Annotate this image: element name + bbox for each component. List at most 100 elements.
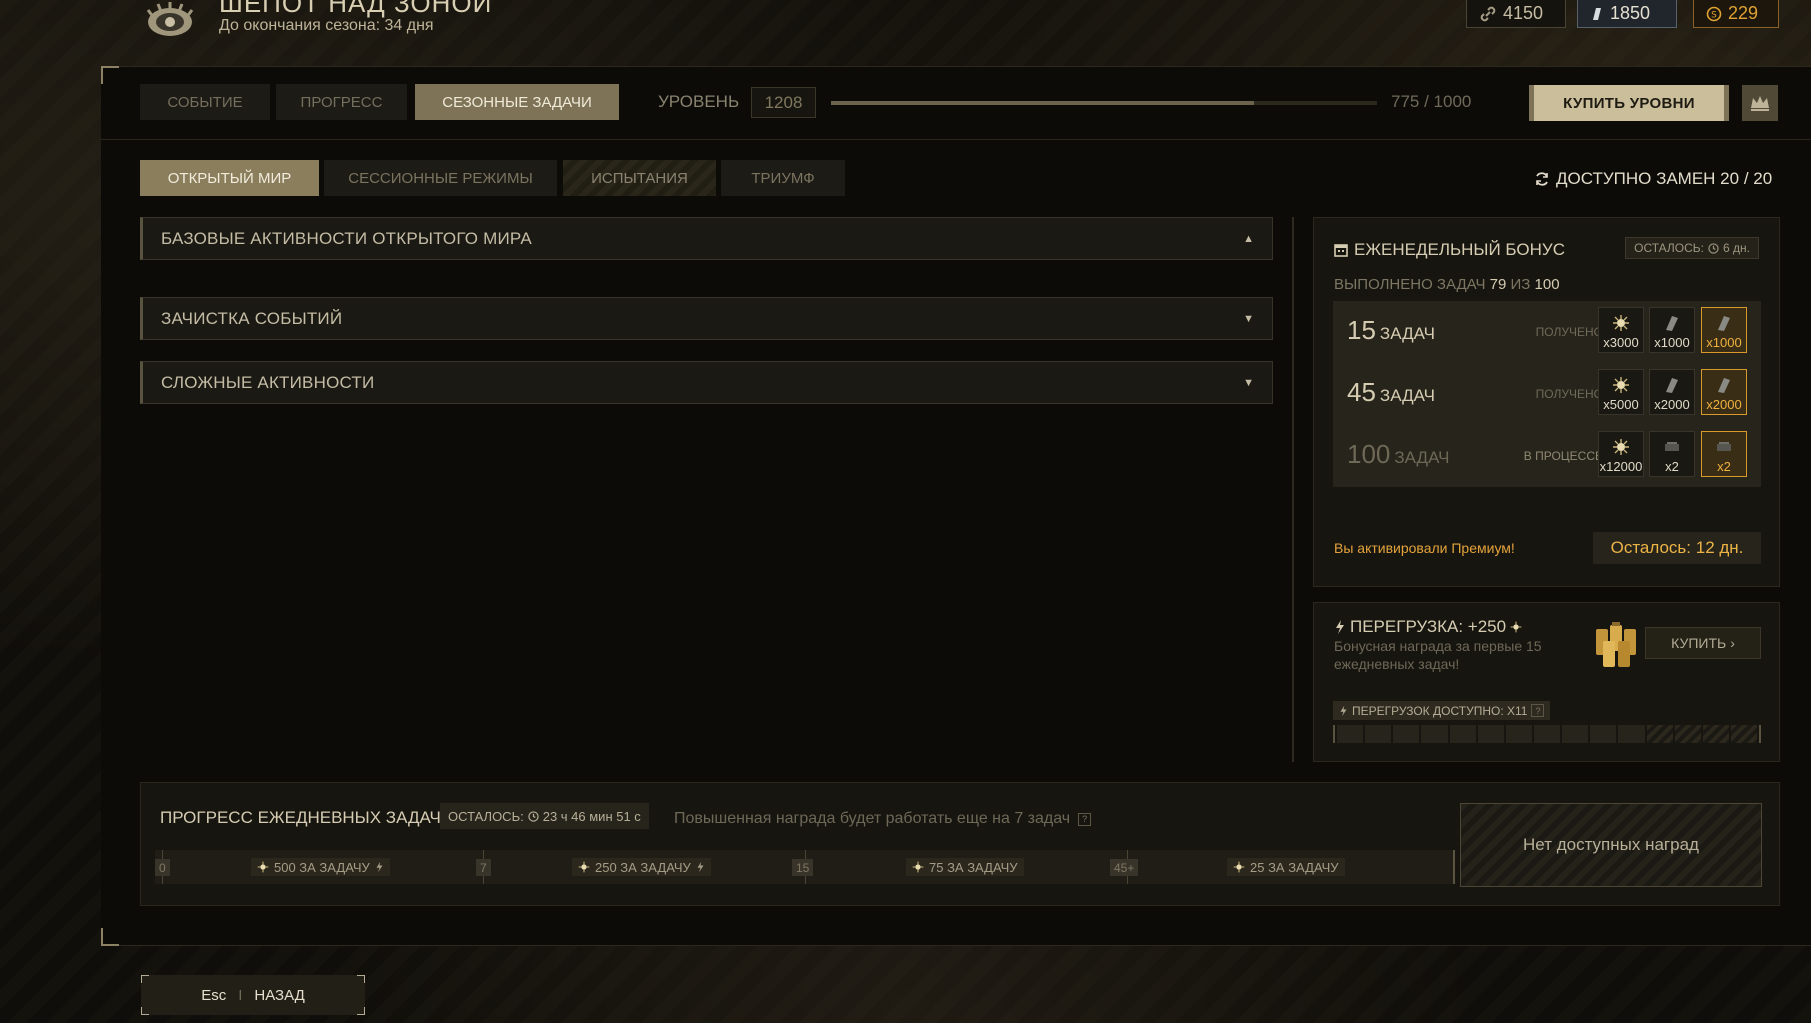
overload-segment [1477, 725, 1504, 743]
coin-icon: S [1706, 6, 1722, 21]
reward-crystal-premium[interactable]: x1000 [1701, 307, 1747, 353]
overload-segment [1337, 725, 1364, 743]
accordion-basic-activities[interactable]: БАЗОВЫЕ АКТИВНОСТИ ОТКРЫТОГО МИРА ▲ [140, 217, 1273, 260]
overload-available-text: ПЕРЕГРУЗОК ДОСТУПНО: x11 [1352, 703, 1528, 718]
svg-text:S: S [1711, 10, 1717, 20]
reward-resource[interactable]: x5000 [1598, 369, 1644, 415]
tier-number-value: 45 [1347, 377, 1376, 407]
track-reward-text: 500 ЗА ЗАДАЧУ [274, 859, 370, 875]
spark-icon [1613, 439, 1629, 455]
swaps-available[interactable]: ДОСТУПНО ЗАМЕН 20 / 20 [1534, 169, 1772, 189]
reward-case[interactable]: x2 [1649, 431, 1695, 477]
weekly-done-of: ИЗ [1510, 276, 1531, 293]
level-progress-fill [831, 101, 1255, 105]
overload-segment [1393, 725, 1420, 743]
buy-levels-button[interactable]: КУПИТЬ УРОВНИ [1529, 85, 1729, 121]
refresh-icon [1536, 172, 1548, 186]
reward-crystal[interactable]: x2000 [1649, 369, 1695, 415]
tier-number: 45 ЗАДАЧ [1347, 377, 1435, 408]
back-label: НАЗАД [254, 986, 305, 1004]
accordion-hard-activities[interactable]: СЛОЖНЫЕ АКТИВНОСТИ ▼ [140, 361, 1273, 404]
frame-corner [357, 1007, 365, 1015]
reward-resource[interactable]: x12000 [1598, 431, 1644, 477]
track-reward-text: 25 ЗА ЗАДАЧУ [1250, 859, 1339, 875]
weekly-done-prefix: ВЫПОЛНЕНО ЗАДАЧ [1334, 276, 1486, 293]
scrollbar[interactable] [1292, 217, 1294, 762]
reward-crystal-premium[interactable]: x2000 [1701, 369, 1747, 415]
accordion-event-clearing[interactable]: ЗАЧИСТКА СОБЫТИЙ ▼ [140, 297, 1273, 340]
swaps-label: ДОСТУПНО ЗАМЕН 20 / 20 [1556, 169, 1773, 188]
weekly-title-text: ЕЖЕНЕДЕЛЬНЫЙ БОНУС [1354, 240, 1565, 259]
daily-time-left: ОСТАЛОСЬ: 23 ч 46 мин 51 с [440, 803, 649, 829]
help-icon[interactable]: ? [1078, 812, 1092, 826]
clock-icon [1708, 242, 1719, 254]
overload-description: Бонусная награда за первые 15 ежедневных… [1334, 638, 1542, 672]
subtab-triumph[interactable]: ТРИУМФ [721, 160, 845, 196]
clock-icon [528, 810, 539, 822]
weekly-done-count: 79 [1489, 276, 1507, 293]
tier-number-value: 100 [1347, 439, 1391, 469]
currency-link-value: 4150 [1503, 3, 1544, 23]
overload-segment [1646, 725, 1673, 743]
tab-event[interactable]: СОБЫТИЕ [140, 84, 270, 120]
overload-segment [1702, 725, 1729, 743]
daily-note-text: Повышенная награда будет работать еще на… [674, 810, 1071, 827]
frame-corner [101, 928, 119, 946]
reward-case-premium[interactable]: x2 [1701, 431, 1747, 477]
reward-amount: x2000 [1654, 397, 1690, 412]
tier-status: ПОЛУЧЕНО [1535, 325, 1603, 339]
weekly-tier-100: 100 ЗАДАЧ В ПРОЦЕССЕ x12000 x2 x2 [1333, 425, 1761, 487]
overload-segment [1674, 725, 1701, 743]
daily-progress-panel: ПРОГРЕСС ЕЖЕДНЕВНЫХ ЗАДАЧ ОСТАЛОСЬ: 23 ч… [140, 782, 1780, 906]
accordion-label: СЛОЖНЫЕ АКТИВНОСТИ [161, 372, 375, 392]
divider [101, 139, 1811, 140]
overload-title: ПЕРЕГРУЗКА: +250 [1334, 617, 1522, 637]
spark-icon [257, 861, 269, 873]
tier-number-value: 15 [1347, 315, 1376, 345]
frame-corner [357, 975, 365, 983]
battery-pack-icon [1596, 622, 1636, 667]
track-reward-text: 75 ЗА ЗАДАЧУ [929, 859, 1018, 875]
chevron-down-icon: ▼ [1243, 376, 1254, 389]
daily-left-value: 23 ч 46 мин 51 с [542, 808, 641, 824]
help-icon[interactable]: ? [1531, 704, 1545, 717]
track-mark: 15 [792, 859, 814, 876]
subtab-open-world[interactable]: ОТКРЫТЫЙ МИР [140, 160, 319, 196]
track-reward-text: 250 ЗА ЗАДАЧУ [595, 859, 691, 875]
reward-amount: x2 [1665, 459, 1679, 474]
overload-available: ПЕРЕГРУЗОК ДОСТУПНО: x11 ? [1333, 701, 1551, 720]
reward-amount: x2000 [1706, 397, 1742, 412]
reward-resource[interactable]: x3000 [1598, 307, 1644, 353]
premium-button[interactable] [1742, 85, 1778, 121]
daily-progress-track: 0 500 ЗА ЗАДАЧУ 7 250 ЗА ЗАДАЧУ 15 75 ЗА… [155, 850, 1455, 884]
currency-link[interactable]: 4150 [1466, 0, 1566, 28]
overload-segment [1590, 725, 1617, 743]
level-value: 1208 [751, 87, 816, 118]
case-icon [1665, 442, 1679, 451]
daily-title: ПРОГРЕСС ЕЖЕДНЕВНЫХ ЗАДАЧ [160, 808, 441, 827]
overload-buy-button[interactable]: КУПИТЬ › [1645, 627, 1761, 659]
overload-progress-bar [1333, 725, 1761, 743]
subtab-session-modes[interactable]: СЕССИОННЫЕ РЕЖИМЫ [324, 160, 557, 196]
level-progress-bar [831, 101, 1377, 105]
weekly-tier-15: 15 ЗАДАЧ ПОЛУЧЕНО x3000 x1000 x1000 [1333, 301, 1761, 363]
subtab-trials[interactable]: ИСПЫТАНИЯ [563, 160, 716, 196]
track-reward: 25 ЗА ЗАДАЧУ [1227, 858, 1345, 876]
tab-progress[interactable]: ПРОГРЕСС [276, 84, 407, 120]
track-mark: 7 [476, 859, 491, 876]
spark-icon [1510, 621, 1522, 633]
tier-unit: ЗАДАЧ [1379, 324, 1435, 343]
weekly-time-left: ОСТАЛОСЬ: 6 дн. [1625, 237, 1759, 259]
tier-status: В ПРОЦЕССЕ [1523, 449, 1603, 463]
tier-number: 100 ЗАДАЧ [1347, 439, 1449, 470]
tab-season-tasks[interactable]: СЕЗОННЫЕ ЗАДАЧИ [415, 84, 619, 120]
lightning-icon [1340, 705, 1347, 716]
reward-crystal[interactable]: x1000 [1649, 307, 1695, 353]
case-icon [1717, 442, 1731, 451]
currency-crystal[interactable]: 1850 [1577, 0, 1677, 28]
daily-left-label: ОСТАЛОСЬ: [448, 808, 524, 824]
track-reward: 250 ЗА ЗАДАЧУ [572, 858, 711, 876]
back-button[interactable]: Esc I НАЗАД [141, 975, 365, 1015]
overload-title-text: ПЕРЕГРУЗКА: +250 [1350, 617, 1507, 636]
currency-coin[interactable]: S 229 [1693, 0, 1779, 28]
